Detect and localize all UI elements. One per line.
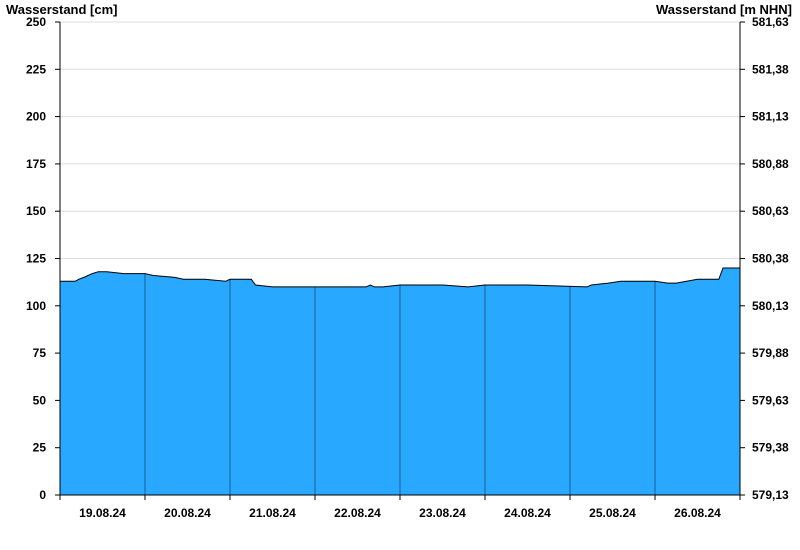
x-tick-label: 19.08.24 <box>79 506 126 520</box>
left-tick-label: 250 <box>26 15 46 29</box>
right-tick-label: 579,88 <box>752 346 789 360</box>
left-tick-label: 225 <box>26 62 46 76</box>
x-tick-label: 26.08.24 <box>674 506 721 520</box>
left-tick-label: 25 <box>33 441 47 455</box>
right-tick-label: 580,13 <box>752 299 789 313</box>
left-tick-label: 150 <box>26 204 46 218</box>
right-tick-label: 581,13 <box>752 110 789 124</box>
right-tick-label: 579,38 <box>752 441 789 455</box>
right-tick-label: 580,38 <box>752 252 789 266</box>
right-tick-label: 580,63 <box>752 204 789 218</box>
x-tick-label: 21.08.24 <box>249 506 296 520</box>
left-tick-label: 175 <box>26 157 46 171</box>
right-tick-label: 581,63 <box>752 15 789 29</box>
x-tick-label: 25.08.24 <box>589 506 636 520</box>
left-tick-label: 75 <box>33 346 47 360</box>
x-axis-ticks: 19.08.24 20.08.24 21.08.24 22.08.24 23.08.24… <box>59 495 741 520</box>
right-axis-ticks: 579,13 579,38 579,63 579,88 580,13 580,38 580,… <box>740 15 789 502</box>
right-tick-label: 579,63 <box>752 393 789 407</box>
left-tick-label: 100 <box>26 299 46 313</box>
left-axis-ticks: 0 25 50 75 100 125 150 175 200 225 250 <box>26 15 60 502</box>
right-axis-title: Wasserstand [m NHN] <box>656 2 792 17</box>
right-tick-label: 579,13 <box>752 488 789 502</box>
x-tick-label: 20.08.24 <box>164 506 211 520</box>
left-tick-label: 200 <box>26 110 46 124</box>
right-tick-label: 581,38 <box>752 62 789 76</box>
water-level-chart: 0 25 50 75 100 125 150 175 200 225 250 579,13 579,3… <box>6 2 792 520</box>
x-tick-label: 24.08.24 <box>504 506 551 520</box>
left-axis-title: Wasserstand [cm] <box>6 2 118 17</box>
x-tick-label: 23.08.24 <box>419 506 466 520</box>
left-tick-label: 125 <box>26 252 46 266</box>
left-tick-label: 0 <box>39 488 46 502</box>
x-tick-label: 22.08.24 <box>334 506 381 520</box>
left-tick-label: 50 <box>33 393 47 407</box>
right-tick-label: 580,88 <box>752 157 789 171</box>
